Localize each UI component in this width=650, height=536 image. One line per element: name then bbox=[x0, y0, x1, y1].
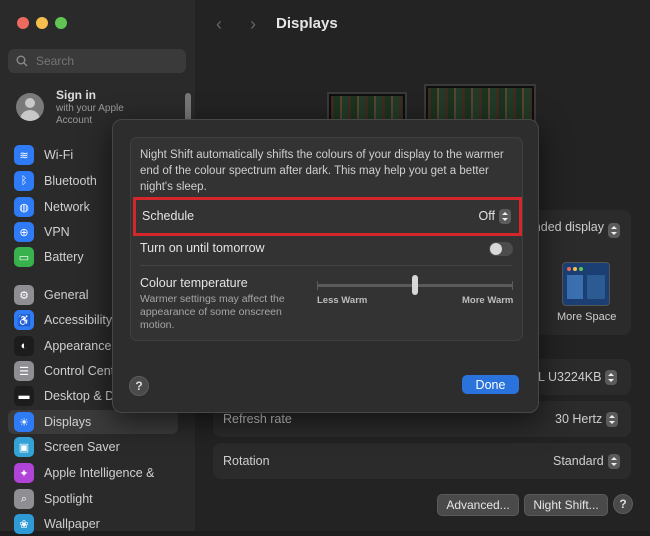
arrangement-stepper-icon bbox=[608, 223, 620, 239]
refresh-rate-value: 30 Hertz bbox=[555, 412, 603, 426]
sidebar-item-label: Apple Intelligence & Siri bbox=[44, 466, 154, 480]
less-warm-label: Less Warm bbox=[317, 295, 368, 306]
colour-temperature-help: Warmer settings may affect the appearanc… bbox=[140, 293, 285, 331]
schedule-stepper-icon bbox=[499, 209, 511, 225]
minimize-window-button[interactable] bbox=[36, 17, 48, 29]
night-shift-description: Night Shift automatically shifts the col… bbox=[140, 149, 504, 193]
battery-icon: ▭ bbox=[14, 247, 34, 267]
appearance-icon: ◐ bbox=[14, 336, 34, 356]
rotation-label: Rotation bbox=[223, 454, 270, 468]
schedule-popup[interactable]: Off bbox=[478, 209, 511, 225]
monitor-stepper-icon bbox=[605, 370, 618, 386]
arrangement-value: Extended display bbox=[538, 220, 604, 234]
vpn-icon: ⊕ bbox=[14, 222, 34, 242]
refresh-rate-label: Refresh rate bbox=[223, 412, 292, 426]
avatar-icon bbox=[16, 93, 44, 121]
done-button[interactable]: Done bbox=[462, 375, 519, 394]
schedule-row-highlight[interactable]: Schedule Off bbox=[133, 197, 522, 236]
rotation-popup[interactable]: Standard bbox=[553, 454, 620, 470]
refresh-rate-popup[interactable]: 30 Hertz bbox=[555, 412, 619, 428]
bluetooth-icon: ᛒ bbox=[14, 171, 34, 191]
toggle-knob bbox=[490, 243, 502, 255]
wifi-icon: ≋ bbox=[14, 145, 34, 165]
slider-thumb[interactable] bbox=[412, 275, 418, 295]
night-shift-settings-group: Night Shift automatically shifts the col… bbox=[130, 137, 523, 341]
search-icon bbox=[16, 55, 28, 67]
back-arrow-icon[interactable]: ‹ bbox=[216, 14, 222, 35]
sign-in-title: Sign in bbox=[56, 88, 96, 102]
help-button-background[interactable]: ? bbox=[613, 494, 633, 514]
arrangement-popup[interactable]: Extended display bbox=[538, 220, 620, 239]
sidebar-item-wallpaper[interactable]: ❀ Wallpaper bbox=[8, 512, 178, 536]
control-centre-icon: ☰ bbox=[14, 361, 34, 381]
sidebar-item-label: Spotlight bbox=[44, 492, 93, 506]
close-window-button[interactable] bbox=[17, 17, 29, 29]
rotation-stepper-icon bbox=[607, 454, 620, 470]
sidebar-item-displays[interactable]: ☀ Displays bbox=[8, 410, 178, 434]
sidebar-item-spotlight[interactable]: ⌕ Spotlight bbox=[8, 487, 178, 511]
help-button[interactable]: ? bbox=[129, 376, 149, 396]
sidebar-item-label: Wallpaper bbox=[44, 517, 100, 531]
night-shift-button[interactable]: Night Shift... bbox=[524, 494, 608, 516]
sidebar-item-label: Displays bbox=[44, 415, 92, 429]
colour-temperature-label: Colour temperature bbox=[140, 276, 248, 290]
more-space-icon[interactable] bbox=[562, 262, 610, 306]
sun-icon: ☀ bbox=[14, 412, 34, 432]
globe-icon: ◍ bbox=[14, 197, 34, 217]
sidebar-item-label: Screen Saver bbox=[44, 440, 120, 454]
colour-temperature-slider[interactable] bbox=[317, 275, 513, 295]
page-title: Displays bbox=[276, 15, 338, 32]
wallpaper-icon: ❀ bbox=[14, 514, 34, 534]
turn-on-label: Turn on until tomorrow bbox=[140, 241, 265, 255]
rotation-value: Standard bbox=[553, 454, 604, 468]
sidebar-item-screen-saver[interactable]: ▣ Screen Saver bbox=[8, 435, 178, 459]
schedule-value: Off bbox=[478, 209, 495, 223]
gear-icon: ⚙ bbox=[14, 285, 34, 305]
refresh-stepper-icon bbox=[606, 412, 619, 428]
more-warm-label: More Warm bbox=[462, 295, 514, 306]
sidebar-item-apple-intelligence-siri[interactable]: ✦ Apple Intelligence & Siri bbox=[8, 461, 178, 485]
night-shift-dialog: Night Shift automatically shifts the col… bbox=[112, 119, 539, 413]
advanced-button[interactable]: Advanced... bbox=[437, 494, 519, 516]
schedule-label: Schedule bbox=[142, 209, 195, 223]
more-space-label: More Space bbox=[557, 311, 617, 323]
divider bbox=[140, 265, 512, 266]
screen-saver-icon: ▣ bbox=[14, 437, 34, 457]
accessibility-icon: ♿ bbox=[14, 310, 34, 330]
spotlight-icon: ⌕ bbox=[14, 489, 34, 509]
search-input[interactable] bbox=[34, 53, 178, 69]
system-settings-window: Sign in with your Apple Account ≋Wi-FiᛒB… bbox=[0, 0, 650, 534]
forward-arrow-icon[interactable]: › bbox=[250, 14, 256, 35]
search-field[interactable] bbox=[8, 49, 186, 73]
turn-on-toggle[interactable] bbox=[489, 242, 513, 256]
dock-icon: ▬ bbox=[14, 386, 34, 406]
monitor-popup[interactable]: L U3224KB bbox=[538, 370, 618, 386]
zoom-window-button[interactable] bbox=[55, 17, 67, 29]
siri-icon: ✦ bbox=[14, 463, 34, 483]
monitor-model: L U3224KB bbox=[538, 370, 602, 384]
